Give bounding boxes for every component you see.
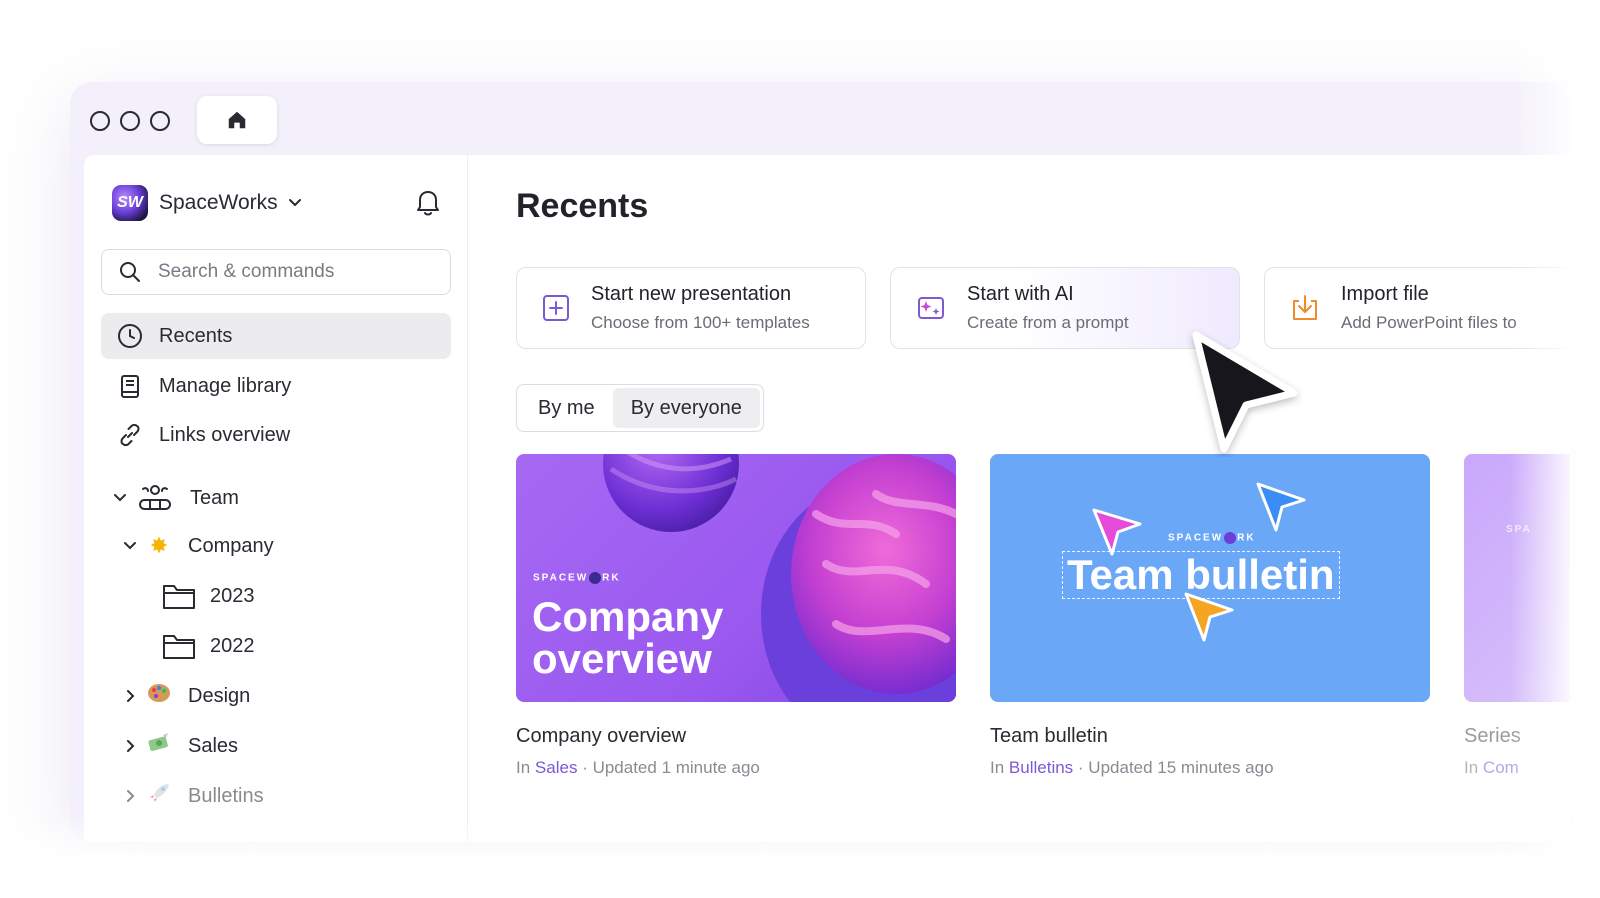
palette-emoji-icon xyxy=(144,682,174,710)
minimize-window-button[interactable] xyxy=(120,111,140,131)
main-panel: Recents Start new presentation Choose fr… xyxy=(516,155,1570,842)
chevron-right-icon[interactable] xyxy=(120,689,140,703)
thumbnail-title-line-2: overview xyxy=(532,635,712,682)
action-subtitle: Add PowerPoint files to xyxy=(1341,313,1517,332)
filter-by-me-button[interactable]: By me xyxy=(520,388,613,428)
tree-item-team[interactable]: Team xyxy=(110,483,239,513)
mouse-cursor-icon xyxy=(1192,331,1298,453)
money-emoji-icon xyxy=(144,732,174,760)
tree-item-company[interactable]: ✸ Company xyxy=(120,533,274,559)
action-title: Import file xyxy=(1341,283,1429,305)
folder-icon xyxy=(163,635,195,659)
notifications-button[interactable] xyxy=(414,187,442,222)
chevron-right-icon[interactable] xyxy=(120,789,140,803)
action-title: Start with AI xyxy=(967,283,1074,305)
app-content: SW SpaceWorks Search & commands Recents … xyxy=(84,155,1570,842)
owner-filter: By me By everyone xyxy=(516,384,764,432)
thumbnail-brand: SPA xyxy=(1506,524,1532,535)
book-icon xyxy=(121,375,139,398)
tree-item-2022[interactable]: 2022 xyxy=(162,632,255,660)
tree-item-label: 2022 xyxy=(210,634,255,657)
chevron-down-icon[interactable] xyxy=(110,491,130,505)
card-title[interactable]: Company overview xyxy=(516,725,686,748)
action-title: Start new presentation xyxy=(591,283,792,305)
tree-item-bulletins[interactable]: Bulletins xyxy=(120,782,264,810)
maximize-window-button[interactable] xyxy=(150,111,170,131)
tree-item-label: Team xyxy=(190,486,239,509)
action-subtitle: Choose from 100+ templates xyxy=(591,313,810,332)
tree-item-label: Bulletins xyxy=(188,784,264,807)
team-icon xyxy=(139,485,171,510)
presentation-thumbnail[interactable]: SPACEW RK Company overview xyxy=(516,454,956,702)
sidebar-item-manage-library[interactable]: Manage library xyxy=(101,363,451,409)
action-subtitle: Create from a prompt xyxy=(967,313,1129,332)
thumbnail-brand: SPACEW RK xyxy=(1168,532,1256,544)
import-file-card[interactable]: Import file Add PowerPoint files to xyxy=(1264,267,1570,349)
presentation-thumbnail[interactable]: SPA xyxy=(1464,454,1570,702)
tree-item-label: Design xyxy=(188,684,251,707)
chevron-right-icon[interactable] xyxy=(120,739,140,753)
workspace-name: SpaceWorks xyxy=(159,191,278,214)
pink-cursor-icon xyxy=(1092,508,1142,556)
card-meta: In Sales · Updated 1 minute ago xyxy=(516,758,760,777)
blue-cursor-icon xyxy=(1256,482,1306,532)
filter-by-everyone-button[interactable]: By everyone xyxy=(612,388,760,428)
chevron-down-icon xyxy=(288,199,301,206)
start-new-presentation-card[interactable]: Start new presentation Choose from 100+ … xyxy=(516,267,866,349)
orange-cursor-icon xyxy=(1184,592,1234,642)
search-input[interactable]: Search & commands xyxy=(101,249,451,295)
thumbnail-brand: SPACEW RK xyxy=(533,572,621,584)
workspace-logo: SW xyxy=(112,185,148,221)
search-placeholder: Search & commands xyxy=(158,261,335,282)
rocket-emoji-icon xyxy=(144,782,174,810)
sidebar: SW SpaceWorks Search & commands Recents … xyxy=(84,155,468,842)
tree-item-design[interactable]: Design xyxy=(120,682,250,710)
link-icon xyxy=(120,423,140,447)
home-tab[interactable] xyxy=(197,96,277,144)
chevron-down-icon[interactable] xyxy=(120,539,140,553)
clock-icon xyxy=(118,324,142,348)
sparkle-emoji-icon: ✸ xyxy=(149,533,169,558)
folder-icon xyxy=(163,585,195,609)
close-window-button[interactable] xyxy=(90,111,110,131)
sidebar-item-label: Links overview xyxy=(159,423,291,446)
sidebar-item-recents[interactable]: Recents xyxy=(101,313,451,359)
bell-icon xyxy=(417,191,439,216)
card-meta: In Bulletins · Updated 15 minutes ago xyxy=(990,758,1274,777)
tree-item-label: Company xyxy=(188,534,274,557)
sidebar-item-links-overview[interactable]: Links overview xyxy=(101,412,451,458)
folder-link[interactable]: Com xyxy=(1483,758,1519,777)
card-meta: In Com xyxy=(1464,758,1519,777)
folder-link[interactable]: Bulletins xyxy=(1009,758,1073,777)
presentation-thumbnail[interactable]: SPACEW RK Team bulletin xyxy=(990,454,1430,702)
window-controls xyxy=(90,111,170,131)
app-window: SW SpaceWorks Search & commands Recents … xyxy=(70,82,1570,842)
thumbnail-title-line-1: Company xyxy=(532,593,724,640)
tree-item-label: 2023 xyxy=(210,584,255,607)
page-title: Recents xyxy=(516,187,649,225)
home-icon xyxy=(228,111,246,129)
tree-item-2023[interactable]: 2023 xyxy=(162,582,255,610)
plus-square-icon xyxy=(543,295,569,321)
workspace-switcher[interactable]: SW SpaceWorks xyxy=(112,185,302,221)
sidebar-item-label: Manage library xyxy=(159,374,292,397)
tree-item-label: Sales xyxy=(188,734,239,757)
ai-sparkle-icon xyxy=(918,297,944,319)
card-title[interactable]: Series xyxy=(1464,725,1521,748)
search-icon xyxy=(120,262,140,282)
card-title[interactable]: Team bulletin xyxy=(990,725,1108,748)
tree-item-sales[interactable]: Sales xyxy=(120,732,238,760)
sidebar-item-label: Recents xyxy=(159,324,233,347)
import-icon xyxy=(1293,295,1317,320)
folder-link[interactable]: Sales xyxy=(535,758,578,777)
